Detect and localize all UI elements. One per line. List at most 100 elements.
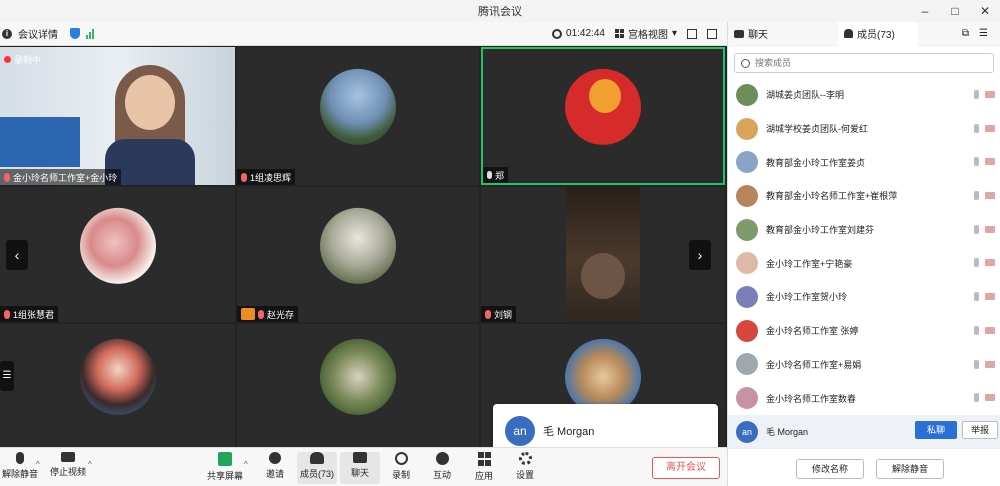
unmute-button[interactable]: 解除静音 <box>0 452 40 480</box>
shield-icon[interactable] <box>70 28 80 39</box>
avatar <box>736 387 758 410</box>
window-title: 腾讯会议 <box>478 6 522 18</box>
apps-button[interactable]: 应用 <box>464 452 504 482</box>
chevron-up-icon[interactable]: ^ <box>88 460 92 469</box>
list-item[interactable]: 金小玲工作室贺小玲 <box>728 280 1000 314</box>
unmute-label: 解除静音 <box>1 469 38 479</box>
video-tile[interactable]: 赵光存 <box>237 187 479 322</box>
participant-avatar <box>565 338 641 415</box>
list-item[interactable]: 金小玲工作室+宁艳豪 <box>728 246 1000 280</box>
list-toggle-button[interactable]: ☰ <box>0 361 14 391</box>
maximize-icon[interactable]: □ <box>940 0 970 22</box>
list-item-hovered[interactable]: an 毛 Morgan 私聊 举报 <box>728 414 1000 449</box>
video-tile[interactable]: 录制中 金小玲名师工作室+金小玲 <box>0 47 235 185</box>
view-mode-dropdown[interactable]: 宫格视图 ▾ <box>614 26 677 41</box>
recording-label: 录制中 <box>14 55 42 65</box>
apps-label: 应用 <box>474 471 493 481</box>
members-button[interactable]: 成员(73) <box>297 452 337 484</box>
list-item[interactable]: 湖城学校姜贞团队-何爱红 <box>728 112 1000 146</box>
video-off-icon[interactable] <box>985 158 995 166</box>
mic-muted-icon[interactable] <box>974 325 979 335</box>
sofa-shape <box>0 117 80 167</box>
mic-muted-icon[interactable] <box>974 191 979 201</box>
avatar <box>736 319 758 342</box>
fullscreen-icon[interactable] <box>687 28 697 39</box>
meeting-top-bar: i 会议详情 01:42:44 宫格视图 ▾ <box>0 22 727 46</box>
settings-button[interactable]: 设置 <box>505 452 545 481</box>
video-off-icon[interactable] <box>985 360 995 368</box>
video-off-icon[interactable] <box>985 293 995 301</box>
tab-members[interactable]: 成员(73) <box>838 21 918 46</box>
popout-icon[interactable]: ⧉ <box>962 28 969 39</box>
chevron-up-icon[interactable]: ^ <box>244 460 248 469</box>
video-tile[interactable]: 1组凌思辉 <box>237 47 479 185</box>
list-item[interactable]: 教育部金小玲工作室刘建芬 <box>728 213 1000 247</box>
avatar <box>736 218 758 241</box>
tile-name-bar: 刘钢 <box>481 306 517 322</box>
mic-muted-icon[interactable] <box>974 393 979 403</box>
video-off-icon[interactable] <box>985 91 995 98</box>
list-item[interactable]: 教育部金小玲工作室姜贞 <box>728 145 1000 179</box>
mic-muted-icon[interactable] <box>974 224 979 234</box>
chevron-up-icon[interactable]: ^ <box>36 460 40 469</box>
recording-indicator: 录制中 <box>4 53 41 66</box>
record-button[interactable]: 录制 <box>381 452 421 481</box>
invite-button[interactable]: 邀请 <box>255 452 295 480</box>
video-off-icon[interactable] <box>985 225 995 233</box>
tiger-mascot-icon <box>589 79 621 113</box>
unmute-self-button[interactable]: 解除静音 <box>876 459 944 479</box>
signal-icon[interactable] <box>86 28 94 39</box>
search-input[interactable] <box>755 58 975 68</box>
layout-icon[interactable] <box>707 28 717 39</box>
tile-name-bar: 1组张慧君 <box>0 306 59 322</box>
chat-button[interactable]: 聊天 <box>340 452 380 484</box>
member-name: 教育部金小玲工作室姜贞 <box>766 157 866 168</box>
menu-icon[interactable]: ☰ <box>979 28 988 39</box>
list-item[interactable]: 湖城姜贞团队--李明 <box>728 78 1000 112</box>
clock-icon <box>552 28 563 39</box>
list-item[interactable]: 金小玲名师工作室数春 <box>728 381 1000 415</box>
tile-name-bar: 郑 <box>483 167 509 183</box>
title-bar: 腾讯会议 – □ ✕ <box>0 0 1000 22</box>
mic-muted-icon[interactable] <box>974 123 979 133</box>
mic-muted-icon[interactable] <box>974 90 979 99</box>
member-search[interactable] <box>734 53 994 73</box>
participant-name: 赵光存 <box>267 309 295 320</box>
video-off-icon[interactable] <box>985 394 995 402</box>
mic-icon <box>487 171 492 179</box>
video-off-icon[interactable] <box>985 192 995 200</box>
gear-icon <box>518 452 532 465</box>
leave-meeting-button[interactable]: 离开会议 <box>652 457 720 479</box>
video-off-icon[interactable] <box>985 259 995 267</box>
tab-chat[interactable]: 聊天 <box>728 22 838 46</box>
mic-muted-icon[interactable] <box>974 157 979 167</box>
minimize-icon[interactable]: – <box>910 0 940 22</box>
mic-muted-icon <box>241 172 247 182</box>
video-tile-active-speaker[interactable]: 郑 <box>481 47 725 185</box>
video-off-icon[interactable] <box>985 124 995 132</box>
mic-muted-icon[interactable] <box>974 258 979 268</box>
private-chat-button[interactable]: 私聊 <box>915 420 957 439</box>
video-tile[interactable] <box>0 324 235 447</box>
member-name: 金小玲名师工作室数春 <box>766 393 857 404</box>
interact-button[interactable]: 互动 <box>422 452 462 481</box>
video-off-icon[interactable] <box>985 326 995 334</box>
prev-page-button[interactable]: ‹ <box>6 240 28 270</box>
rename-button[interactable]: 修改名称 <box>796 459 864 479</box>
video-tile[interactable]: 1组张慧君 <box>0 187 235 322</box>
list-item[interactable]: 金小玲名师工作室+易娟 <box>728 348 1000 382</box>
share-screen-label: 共享屏幕 <box>206 471 243 481</box>
stop-video-button[interactable]: 停止视频 <box>48 452 88 478</box>
meeting-details-link[interactable]: 会议详情 <box>18 26 58 41</box>
list-item[interactable]: 教育部金小玲名师工作室+崔根萍 <box>728 179 1000 213</box>
share-screen-button[interactable]: 共享屏幕 <box>205 452 245 482</box>
close-icon[interactable]: ✕ <box>970 0 1000 22</box>
avatar <box>736 353 758 376</box>
list-item[interactable]: 金小玲名师工作室 张婷 <box>728 314 1000 348</box>
mic-muted-icon[interactable] <box>974 292 979 302</box>
next-page-button[interactable]: › <box>689 240 711 270</box>
participant-avatar <box>79 207 156 284</box>
report-button[interactable]: 举报 <box>962 420 998 439</box>
mic-muted-icon[interactable] <box>974 359 979 369</box>
video-tile[interactable] <box>237 324 479 447</box>
